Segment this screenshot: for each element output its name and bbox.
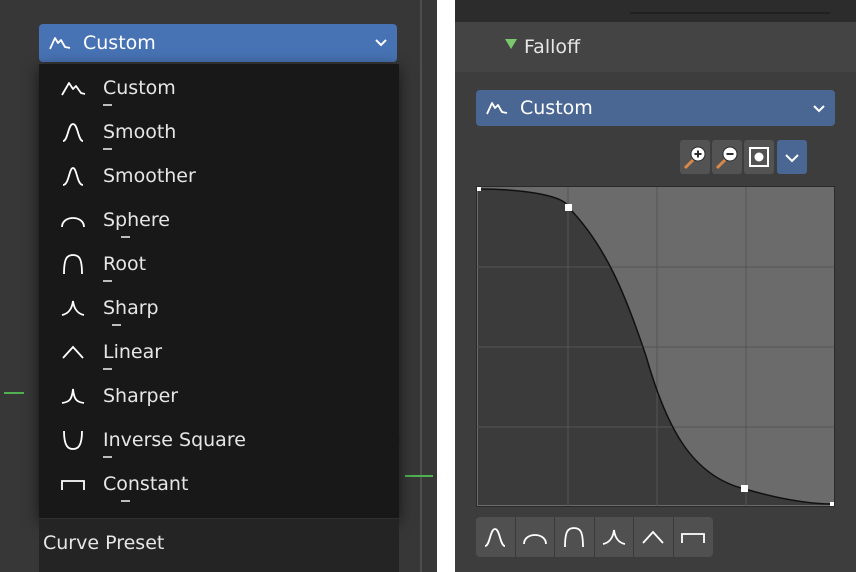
clip-icon [749, 147, 769, 167]
menu-item-constant[interactable]: Constant [39, 462, 399, 506]
menu-item-label: Linear [103, 341, 163, 363]
mnemonic-underline [121, 236, 130, 238]
menu-item-root[interactable]: Root [39, 242, 399, 286]
root-curve-icon [564, 527, 585, 548]
inverse-square-curve-icon [63, 430, 83, 450]
preset-sharp-button[interactable] [595, 517, 634, 557]
custom-curve-icon [486, 102, 508, 115]
mnemonic-underline [103, 104, 112, 106]
sharper-curve-icon [61, 388, 85, 404]
sphere-curve-icon [522, 534, 547, 545]
menu-item-custom[interactable]: Custom [39, 66, 399, 110]
curve-point[interactable] [565, 204, 572, 211]
root-curve-icon [63, 254, 83, 275]
falloff-curve-preset-dropdown[interactable]: Custom [476, 90, 835, 126]
custom-curve-icon [61, 82, 86, 96]
falloff-panel: Falloff Custom [455, 0, 856, 572]
menu-item-inverse-square[interactable]: Inverse Square [39, 418, 399, 462]
mnemonic-underline [103, 280, 112, 282]
menu-item-smoother[interactable]: Smoother [39, 154, 399, 198]
menu-item-sharp[interactable]: Sharp [39, 286, 399, 330]
curve-preset-dropdown-menu: Custom Smooth Smoother Sphere Root Sharp… [39, 64, 399, 518]
menu-item-label: Custom [103, 77, 176, 99]
dropdown-label: Custom [520, 97, 593, 119]
preset-smooth-button[interactable] [476, 517, 516, 557]
preset-root-button[interactable] [555, 517, 595, 557]
menu-item-label: Smooth [103, 121, 177, 143]
smoother-curve-icon [62, 167, 84, 186]
chevron-down-icon [375, 39, 387, 47]
menu-item-linear[interactable]: Linear [39, 330, 399, 374]
constant-curve-icon [61, 480, 85, 490]
top-strip-divider [630, 12, 830, 14]
menu-footer-label: Curve Preset [43, 532, 165, 554]
falloff-curve-editor[interactable] [476, 186, 835, 507]
mnemonic-underline [112, 324, 121, 326]
curve-point[interactable] [477, 187, 481, 191]
curve-preset-dropdown[interactable]: Custom [39, 24, 397, 62]
clip-button[interactable] [744, 140, 774, 174]
smooth-curve-icon [484, 528, 506, 547]
menu-item-label: Constant [103, 473, 189, 495]
mnemonic-underline [103, 368, 112, 370]
custom-curve-icon [49, 37, 71, 50]
menu-item-label: Sphere [103, 209, 170, 231]
menu-item-label: Inverse Square [103, 429, 246, 451]
mnemonic-underline [121, 500, 130, 502]
expand-triangle-icon[interactable] [505, 38, 517, 50]
menu-item-smooth[interactable]: Smooth [39, 110, 399, 154]
menu-item-label: Sharp [103, 297, 159, 319]
sharp-curve-icon [602, 529, 625, 545]
zoom-out-button[interactable] [712, 140, 742, 174]
curve-point[interactable] [830, 502, 834, 506]
linear-curve-icon [62, 345, 84, 359]
zoom-in-button[interactable] [680, 140, 710, 174]
curve-preset-menu-panel: Custom Custom Smooth Smoother Sphere Roo… [0, 0, 437, 572]
sphere-curve-icon [61, 217, 85, 228]
preset-sphere-button[interactable] [516, 517, 555, 557]
sharp-curve-icon [61, 300, 85, 316]
mnemonic-underline [103, 148, 112, 150]
curve-preset-buttons [476, 517, 713, 557]
menu-item-label: Sharper [103, 385, 179, 407]
curve-point[interactable] [741, 485, 748, 492]
smooth-curve-icon [62, 123, 84, 142]
chevron-down-icon [785, 154, 799, 163]
constant-curve-icon [681, 533, 706, 543]
menu-item-label: Root [103, 253, 147, 275]
mnemonic-underline [103, 456, 112, 458]
top-strip [455, 0, 856, 22]
chevron-down-icon [813, 105, 825, 113]
menu-item-sphere[interactable]: Sphere [39, 198, 399, 242]
menu-item-sharper[interactable]: Sharper [39, 374, 399, 418]
zoom-in-icon [683, 146, 706, 170]
menu-item-label: Smoother [103, 165, 196, 187]
dropdown-label: Custom [83, 32, 156, 54]
preset-constant-button[interactable] [674, 517, 714, 557]
linear-curve-icon [642, 530, 664, 544]
curve-options-menu-button[interactable] [777, 140, 807, 174]
falloff-section-label: Falloff [524, 36, 581, 58]
zoom-out-icon [715, 146, 738, 170]
preset-linear-button[interactable] [634, 517, 674, 557]
